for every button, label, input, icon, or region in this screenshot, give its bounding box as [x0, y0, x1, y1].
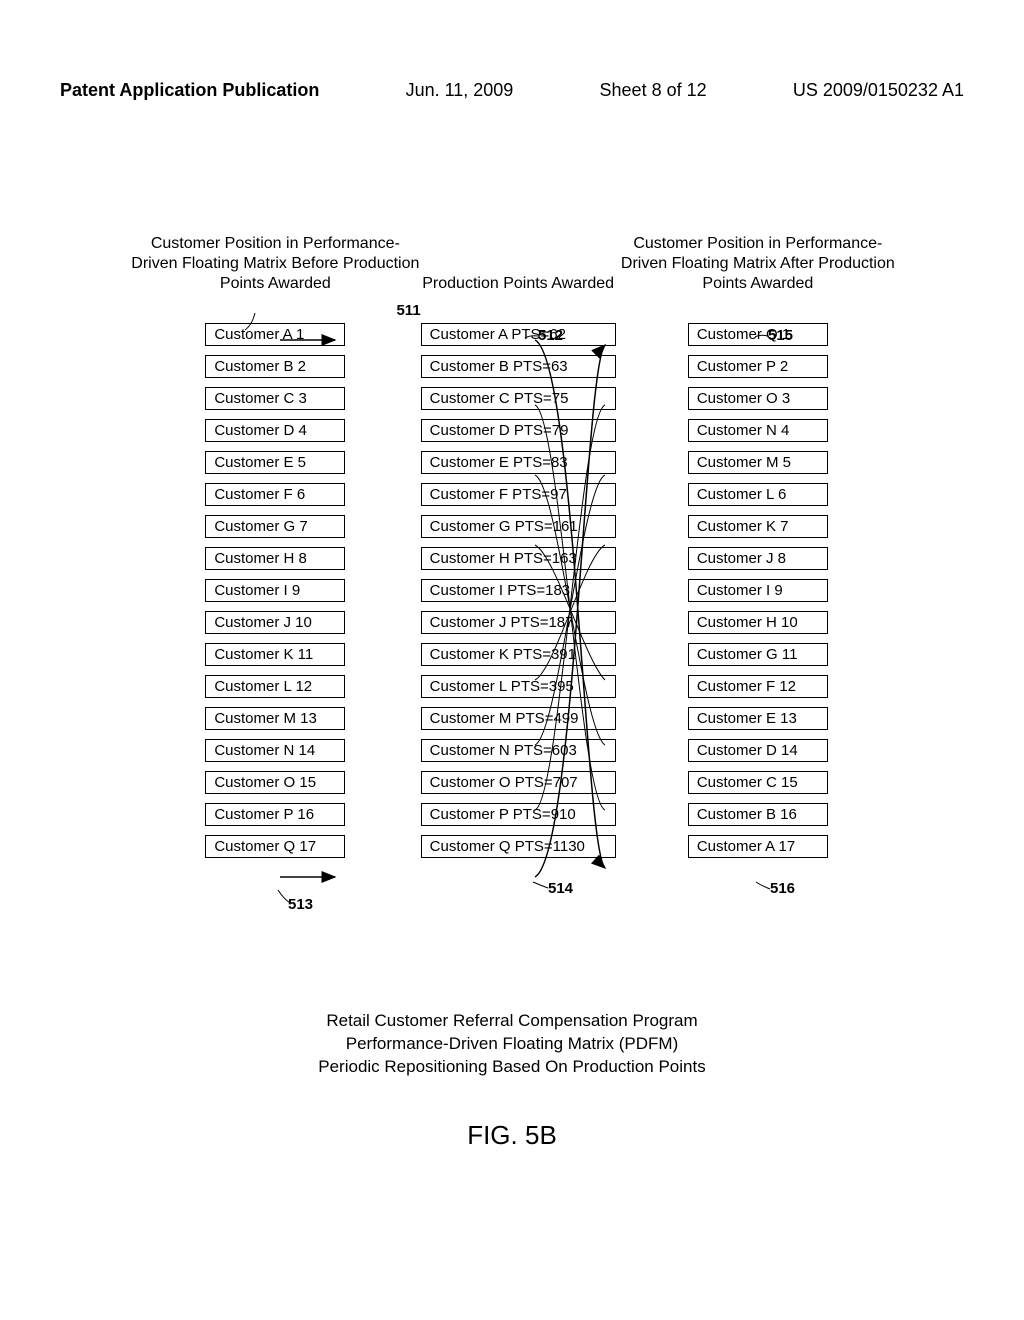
column-points: Production Points Awarded . Customer A P…: [421, 180, 616, 858]
publication-date: Jun. 11, 2009: [406, 80, 514, 101]
caption-line: Performance-Driven Floating Matrix (PDFM…: [0, 1033, 1024, 1056]
list-item: Customer H 8: [205, 547, 345, 570]
list-item: Customer G 11: [688, 643, 828, 666]
list-item: Customer K PTS=391: [421, 643, 616, 666]
list-item: Customer F 12: [688, 675, 828, 698]
list-item: Customer A 1: [205, 323, 345, 346]
column-after: Customer Position in Performance-Driven …: [616, 180, 900, 858]
list-item: Customer C 15: [688, 771, 828, 794]
list-item: Customer P PTS=910: [421, 803, 616, 826]
list-item: Customer Q 17: [205, 835, 345, 858]
list-item: Customer O PTS=707: [421, 771, 616, 794]
list-item: Customer C 3: [205, 387, 345, 410]
list-item: Customer F 6: [205, 483, 345, 506]
list-item: Customer O 3: [688, 387, 828, 410]
list-item: Customer N PTS=603: [421, 739, 616, 762]
list-item: Customer K 11: [205, 643, 345, 666]
list-item: Customer M PTS=499: [421, 707, 616, 730]
list-item: Customer G 7: [205, 515, 345, 538]
list-item: Customer I 9: [688, 579, 828, 602]
list-item: Customer B 16: [688, 803, 828, 826]
list-item: Customer I 9: [205, 579, 345, 602]
list-item: Customer D PTS=79: [421, 419, 616, 442]
list-item: Customer Q 1: [688, 323, 828, 346]
ref-515: 515: [768, 327, 793, 344]
figure-caption: Retail Customer Referral Compensation Pr…: [0, 1010, 1024, 1079]
list-item: Customer A PTS=62: [421, 323, 616, 346]
list-item: Customer E PTS=83: [421, 451, 616, 474]
caption-line: Retail Customer Referral Compensation Pr…: [0, 1010, 1024, 1033]
list-item: Customer H PTS=163: [421, 547, 616, 570]
list-item: Customer D 4: [205, 419, 345, 442]
column-after-title: Customer Position in Performance-Driven …: [616, 180, 900, 300]
list-item: Customer J 10: [205, 611, 345, 634]
sheet-indicator: Sheet 8 of 12: [600, 80, 707, 101]
caption-line: Periodic Repositioning Based On Producti…: [0, 1056, 1024, 1079]
matrix-columns: Customer Position in Performance-Driven …: [130, 180, 900, 858]
figure-label: FIG. 5B: [0, 1120, 1024, 1151]
ref-516: 516: [770, 880, 795, 897]
list-item: Customer L 6: [688, 483, 828, 506]
points-boxes: Customer A PTS=62 Customer B PTS=63 Cust…: [421, 323, 616, 858]
list-item: Customer E 13: [688, 707, 828, 730]
list-item: Customer J 8: [688, 547, 828, 570]
list-item: Customer N 14: [205, 739, 345, 762]
before-boxes: Customer A 1 Customer B 2 Customer C 3 C…: [205, 323, 345, 858]
list-item: Customer E 5: [205, 451, 345, 474]
list-item: Customer I PTS=183: [421, 579, 616, 602]
column-before-title: Customer Position in Performance-Driven …: [130, 180, 421, 300]
list-item: Customer K 7: [688, 515, 828, 538]
publication-number: US 2009/0150232 A1: [793, 80, 964, 101]
list-item: Customer B 2: [205, 355, 345, 378]
list-item: Customer P 2: [688, 355, 828, 378]
list-item: Customer M 13: [205, 707, 345, 730]
list-item: Customer D 14: [688, 739, 828, 762]
list-item: Customer A 17: [688, 835, 828, 858]
list-item: Customer G PTS=161: [421, 515, 616, 538]
list-item: Customer H 10: [688, 611, 828, 634]
list-item: Customer F PTS=97: [421, 483, 616, 506]
ref-513: 513: [288, 896, 313, 913]
page-header: Patent Application Publication Jun. 11, …: [60, 80, 964, 101]
ref-514: 514: [548, 880, 573, 897]
ref-512: 512: [538, 327, 563, 344]
column-before: Customer Position in Performance-Driven …: [130, 180, 421, 858]
list-item: Customer Q PTS=1130: [421, 835, 616, 858]
list-item: Customer J PTS=187: [421, 611, 616, 634]
column-points-title: Production Points Awarded: [422, 180, 614, 300]
publication-label: Patent Application Publication: [60, 80, 319, 101]
list-item: Customer M 5: [688, 451, 828, 474]
list-item: Customer C PTS=75: [421, 387, 616, 410]
list-item: Customer O 15: [205, 771, 345, 794]
list-item: Customer L 12: [205, 675, 345, 698]
list-item: Customer B PTS=63: [421, 355, 616, 378]
ref-511-label: 511: [396, 302, 420, 319]
list-item: Customer P 16: [205, 803, 345, 826]
list-item: Customer L PTS=395: [421, 675, 616, 698]
after-boxes: Customer Q 1 Customer P 2 Customer O 3 C…: [688, 323, 828, 858]
list-item: Customer N 4: [688, 419, 828, 442]
